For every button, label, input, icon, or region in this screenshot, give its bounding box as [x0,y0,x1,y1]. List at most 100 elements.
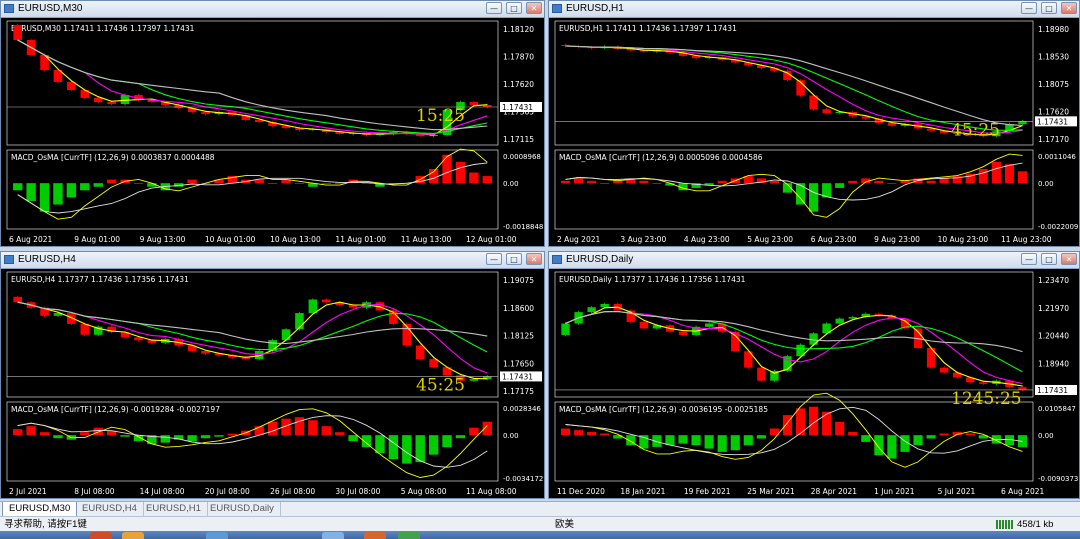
candle-body [848,317,857,319]
macd-histogram-bar [267,421,278,436]
taskbar-app-icon[interactable] [398,532,420,539]
candle-body [80,323,90,335]
macd-histogram-bar [388,435,399,460]
time-axis-label: 3 Aug 23:00 [620,235,666,244]
symbol-info-label: EURUSD,H4 1.17377 1.17436 1.17356 1.1743… [11,275,189,284]
macd-histogram-bar [294,183,305,184]
time-axis-label: 5 Aug 08:00 [401,487,447,496]
macd-histogram-bar [613,180,623,184]
macd-histogram-bar [455,161,466,184]
macd-indicator-label: MACD_OsMA [CurrTF] (12,26,9) 0.0003837 0… [11,153,215,162]
macd-histogram-bar [402,435,412,464]
macd-histogram-bar [26,183,36,201]
chart-area[interactable]: EURUSD,Daily 1.17377 1.17436 1.17356 1.1… [549,268,1079,498]
macd-histogram-bar [361,183,372,184]
macd-histogram-bar [214,435,224,437]
minimize-button[interactable]: — [1021,2,1037,14]
macd-axis-label: -0.0022009 [1038,223,1078,231]
minimize-button[interactable]: — [1021,253,1037,265]
chart-area[interactable]: EURUSD,M30 1.17411 1.17436 1.17397 1.174… [1,17,544,246]
close-button[interactable]: ✕ [526,2,542,14]
candle-body [415,345,425,360]
tab-eurusd-h4[interactable]: EURUSD,H4 [76,502,144,516]
macd-histogram-bar [106,179,117,184]
time-axis-label: 9 Aug 13:00 [140,235,186,244]
macd-histogram-bar [587,431,597,436]
minimize-button[interactable]: — [486,2,502,14]
price-axis-label: 1.17175 [503,387,534,396]
close-button[interactable]: ✕ [1061,253,1077,265]
current-price-label: 1.17431 [502,103,533,112]
macd-histogram-bar [926,435,936,439]
macd-histogram-bar [600,183,610,184]
chart-window-m30[interactable]: EURUSD,M30 — □ ✕ EURUSD,M30 1.17411 1.17… [0,0,545,247]
chart-window-icon [4,255,14,264]
time-axis-label: 6 Aug 2021 [9,235,52,244]
status-bar: 寻求帮助, 请按F1键 欧美 458/1 kb [0,516,1080,532]
close-button[interactable]: ✕ [526,253,542,265]
symbol-info-label: EURUSD,Daily 1.17377 1.17436 1.17356 1.1… [559,275,746,284]
taskbar-app-icon[interactable] [206,532,228,539]
macd-histogram-bar [428,435,439,455]
candle-timer: 15:25 [416,106,465,126]
macd-histogram-bar [160,435,170,443]
price-axis-label: 1.18530 [1038,53,1069,62]
time-axis-label: 11 Aug 01:00 [335,235,386,244]
chart-area[interactable]: EURUSD,H4 1.17377 1.17436 1.17356 1.1743… [1,268,544,498]
titlebar[interactable]: EURUSD,Daily — □ ✕ [549,252,1079,269]
macd-histogram-bar [887,435,897,459]
maximize-button[interactable]: □ [506,253,522,265]
macd-histogram-bar [835,421,845,436]
macd-axis-label: 0.00 [1038,432,1054,440]
candle-body [40,55,49,70]
time-axis-label: 11 Dec 2020 [557,487,605,496]
moving-average-line [565,45,1023,131]
candle-timer: 45:25 [951,120,1000,140]
chart-area[interactable]: EURUSD,H1 1.17411 1.17436 1.17397 1.1743… [549,17,1079,246]
current-price-label: 1.17431 [1037,386,1068,395]
chart-window-h4[interactable]: EURUSD,H4 — □ ✕ EURUSD,H4 1.17377 1.1743… [0,251,545,499]
candle-body [429,359,438,368]
macd-histogram-bar [267,183,278,184]
time-axis-label: 6 Aug 2021 [1001,487,1044,496]
macd-histogram-bar [678,435,688,444]
minimize-button[interactable]: — [486,253,502,265]
taskbar-app-icon[interactable] [364,532,386,539]
macd-indicator-label: MACD_OsMA [CurrTF] (12,26,9) 0.0005096 0… [559,153,763,162]
macd-axis-label: 0.0011046 [1038,153,1076,161]
macd-axis-label: 0.0028346 [503,405,541,413]
titlebar[interactable]: EURUSD,H4 — □ ✕ [1,252,544,269]
macd-histogram-bar [600,433,610,436]
macd-axis-label: 0.00 [503,432,519,440]
macd-histogram-bar [560,428,571,436]
macd-histogram-bar [455,435,466,439]
price-axis-label: 1.20440 [1038,332,1069,341]
chart-window-h1[interactable]: EURUSD,H1 — □ ✕ EURUSD,H1 1.17411 1.1743… [548,0,1080,247]
tab-eurusd-daily[interactable]: EURUSD,Daily [204,502,281,516]
candle-body [107,102,116,104]
macd-axis-label: -0.0034172 [503,475,543,483]
titlebar[interactable]: EURUSD,M30 — □ ✕ [1,1,544,18]
macd-histogram-bar [756,435,766,439]
maximize-button[interactable]: □ [506,2,522,14]
time-axis-label: 9 Aug 23:00 [874,235,920,244]
maximize-button[interactable]: □ [1041,253,1057,265]
macd-axis-label: -0.0090373 [1038,475,1078,483]
chart-window-daily[interactable]: EURUSD,Daily — □ ✕ EURUSD,Daily 1.17377 … [548,251,1080,499]
taskbar-app-icon[interactable] [90,532,112,539]
tab-eurusd-h1[interactable]: EURUSD,H1 [140,502,208,516]
chart-tabs: EURUSD,M30 EURUSD,H4 EURUSD,H1 EURUSD,Da… [0,501,1080,517]
window-title: EURUSD,H1 [566,3,624,14]
macd-histogram-bar [93,183,103,187]
taskbar-app-icon[interactable] [122,532,144,539]
taskbar-app-icon[interactable] [322,532,344,539]
status-profile: 欧美 [555,519,575,530]
maximize-button[interactable]: □ [1041,2,1057,14]
macd-histogram-bar [120,435,130,437]
close-button[interactable]: ✕ [1061,2,1077,14]
titlebar[interactable]: EURUSD,H1 — □ ✕ [549,1,1079,18]
macd-histogram-bar [861,435,871,442]
tab-eurusd-m30[interactable]: EURUSD,M30 [2,502,78,517]
macd-histogram-bar [1017,171,1028,184]
macd-histogram-bar [53,435,63,439]
